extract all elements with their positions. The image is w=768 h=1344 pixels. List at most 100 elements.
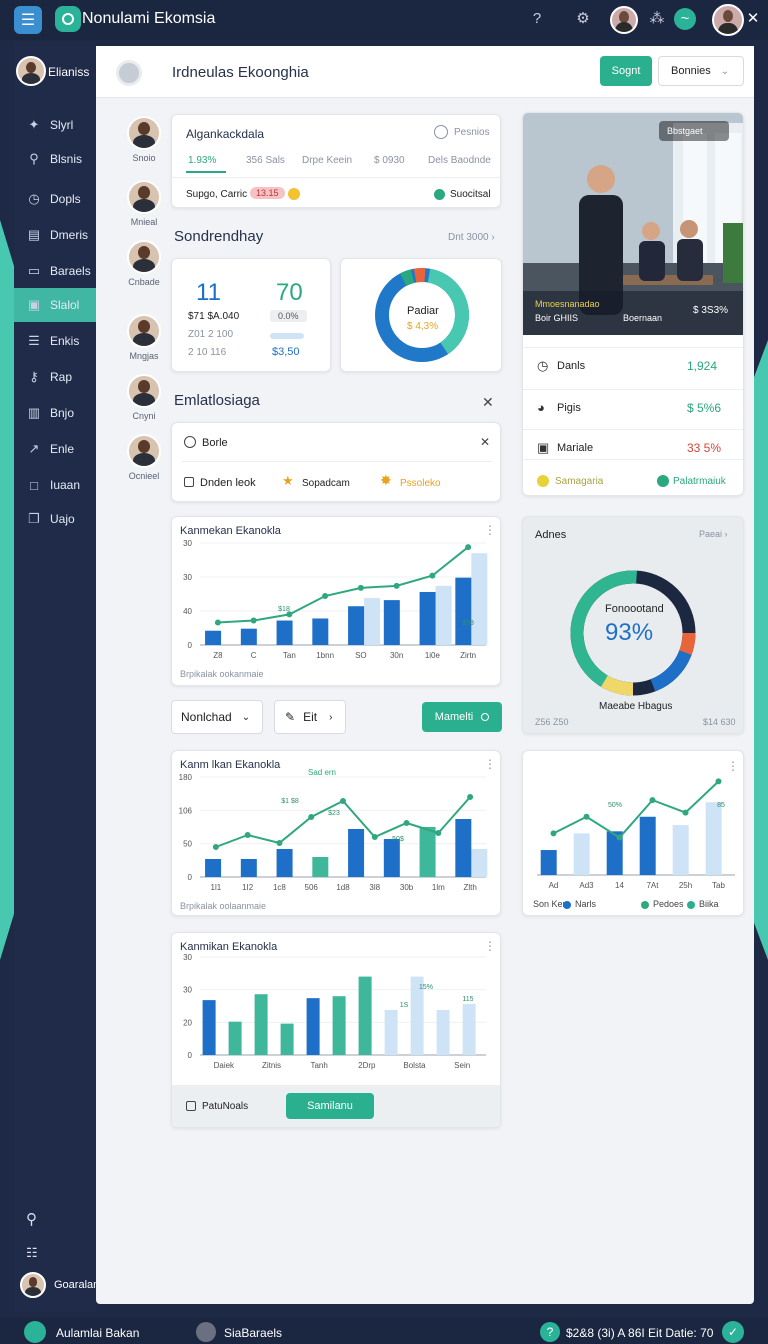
- data-label: 115: [462, 996, 473, 1003]
- trend-point: [371, 834, 378, 840]
- sidebar-item-slalol[interactable]: ▣ Slalol: [14, 288, 96, 322]
- stat-line-2: Z01 2 100: [188, 329, 234, 340]
- bar: [455, 577, 472, 645]
- data-label: $23: [328, 810, 340, 817]
- user-avatar-small[interactable]: [610, 6, 638, 34]
- star-icon: ★: [282, 473, 294, 488]
- sidebar-item-dopls[interactable]: ◷ Dopls: [14, 182, 96, 216]
- secondary-dropdown[interactable]: Bonnies ⌄: [658, 56, 744, 86]
- summary-tab-4[interactable]: $ 0930: [374, 155, 405, 166]
- bottom-user-avatar[interactable]: [20, 1272, 46, 1298]
- help-icon[interactable]: ?: [540, 1322, 560, 1342]
- summary-tab-3[interactable]: Drpe Keein: [302, 155, 352, 166]
- document-icon: ▣: [537, 440, 550, 455]
- filter-icon[interactable]: ☷: [26, 1245, 38, 1261]
- summary-tab-1[interactable]: 1.93%: [188, 155, 216, 166]
- trend-point: [322, 593, 329, 600]
- clock-icon: [434, 125, 448, 139]
- sidebar-item-bnjo[interactable]: ▥ Bnjo: [14, 396, 96, 430]
- help-icon[interactable]: ?: [528, 10, 546, 28]
- filter-search-label[interactable]: Borle: [202, 437, 228, 449]
- sidebar-item-enkis[interactable]: ☰ Enkis: [14, 324, 96, 358]
- y-tick-label: 30: [183, 953, 192, 962]
- x-tick-label: Daiek: [214, 1061, 235, 1070]
- sidebar-item-dmeris[interactable]: ▤ Dmeris: [14, 218, 96, 252]
- trend-point: [250, 617, 257, 624]
- settings-icon[interactable]: ⚙: [574, 10, 592, 28]
- person-card[interactable]: Ocnieel: [112, 434, 176, 481]
- sidebar-item-iuaan[interactable]: □ Iuaan: [14, 468, 96, 502]
- x-tick-label: 3l8: [369, 883, 380, 892]
- chart-3-plot: 30 30 20 0 Daiek Zitnis Tanh 2Drp Bolsta Sein 15% 1…: [183, 953, 486, 1070]
- metric-value: 1,924: [687, 359, 718, 373]
- edit-button[interactable]: ✎ Eit ›: [274, 700, 346, 734]
- summary-tab-5[interactable]: Dels Baodnde: [428, 155, 491, 166]
- sidebar-item-rap[interactable]: ⚷ Rap: [14, 360, 96, 394]
- trend-icon: ↗: [28, 441, 40, 456]
- grid-icon[interactable]: ⁂: [648, 10, 666, 28]
- check-icon[interactable]: ✓: [722, 1321, 744, 1343]
- section-link[interactable]: Dnt 3000 ›: [448, 232, 495, 243]
- filter-option-3[interactable]: Pssoleko: [400, 478, 441, 489]
- close-icon[interactable]: ✕: [744, 10, 762, 28]
- person-card[interactable]: Mnieal: [112, 180, 176, 227]
- profile-avatar[interactable]: [712, 4, 744, 36]
- sidebar-item-uajo[interactable]: ❐ Uajo: [14, 502, 96, 536]
- person-card[interactable]: Mngjas: [112, 314, 176, 361]
- bottom-left-label[interactable]: Aulamlai Bakan: [56, 1326, 139, 1340]
- search-icon: ⚲: [29, 151, 39, 166]
- sidebar: Elianiss ✦ Slyrl ⚲ Blsnis ◷ Dopls ▤ Dmeris ▭ Bara…: [14, 42, 99, 1312]
- chart-3-footer-button[interactable]: Samilanu: [286, 1093, 374, 1119]
- chart-2-footer: Brpikalak oolaanmaie: [180, 901, 267, 911]
- donut-large-foot-left: Z56 Z50: [535, 717, 569, 727]
- hamburger-menu-icon[interactable]: ☰: [14, 6, 42, 34]
- activity-icon[interactable]: ~: [674, 8, 696, 30]
- sidebar-item-baraels[interactable]: ▭ Baraels: [14, 254, 96, 288]
- clear-icon[interactable]: ✕: [480, 435, 490, 449]
- check-icon: [434, 189, 445, 200]
- filter-option-2[interactable]: Sopadcam: [302, 478, 350, 489]
- sidebar-profile[interactable]: Elianiss: [14, 56, 96, 92]
- app-logo-icon: [55, 6, 81, 32]
- filter-divider: [182, 461, 492, 462]
- x-tick-label: Tan: [283, 651, 296, 660]
- summary-tab-2[interactable]: 356 Sals: [246, 155, 285, 166]
- x-tick-label: Tanh: [310, 1061, 327, 1070]
- sparkle-icon: ✦: [28, 117, 40, 132]
- sidebar-avatar: [16, 56, 46, 86]
- secondary-dropdown-label: Bonnies: [671, 65, 711, 77]
- more-icon[interactable]: ⋮: [484, 523, 496, 537]
- close-icon[interactable]: ✕: [482, 394, 494, 411]
- action-button[interactable]: Mamelti: [422, 702, 502, 732]
- x-tick-label: 7At: [646, 881, 659, 890]
- trend-point: [340, 798, 346, 804]
- sidebar-item-enle[interactable]: ↗ Enle: [14, 432, 96, 466]
- chart-1-plot: 30 30 40 0 Z8 C Tan 1bnn SO 30n 1i0e Zirtn $18 $38: [183, 539, 488, 660]
- person-card[interactable]: Snoio: [112, 116, 176, 163]
- search-icon[interactable]: ⚲: [26, 1210, 37, 1228]
- user-icon[interactable]: [116, 60, 142, 86]
- metric-row[interactable]: ◕ Pigis $ 5%6: [523, 389, 743, 425]
- sidebar-item-label: Enle: [50, 442, 75, 456]
- photo-badge[interactable]: Bbstgaet: [659, 121, 729, 141]
- sidebar-item-label: Blsnis: [50, 152, 83, 166]
- sidebar-item-slyrl[interactable]: ✦ Slyrl: [14, 108, 96, 142]
- donut-small-value: $ 4,3%: [407, 321, 439, 332]
- metric-row[interactable]: ◷ Danls 1,924: [523, 347, 743, 383]
- bar: [419, 591, 436, 645]
- bar: [639, 816, 656, 875]
- sidebar-item-label: Enkis: [50, 334, 80, 348]
- legend-label: Narls: [575, 899, 597, 909]
- view-dropdown[interactable]: Nonlchad ⌄: [171, 700, 263, 734]
- bar: [672, 825, 689, 875]
- bottom-user-avatar-small[interactable]: [196, 1322, 216, 1342]
- x-tick-label: 30b: [400, 883, 414, 892]
- document-icon: ▤: [27, 227, 41, 242]
- sidebar-item-blsnis[interactable]: ⚲ Blsnis: [14, 142, 96, 176]
- person-card[interactable]: Cnyni: [112, 374, 176, 421]
- bottom-middle-label[interactable]: SiaBaraels: [224, 1326, 282, 1340]
- person-card[interactable]: Cnbade: [112, 240, 176, 287]
- primary-button[interactable]: Sognt: [600, 56, 652, 86]
- filter-option-1[interactable]: Dnden leok: [200, 477, 256, 489]
- home-icon[interactable]: [24, 1321, 46, 1343]
